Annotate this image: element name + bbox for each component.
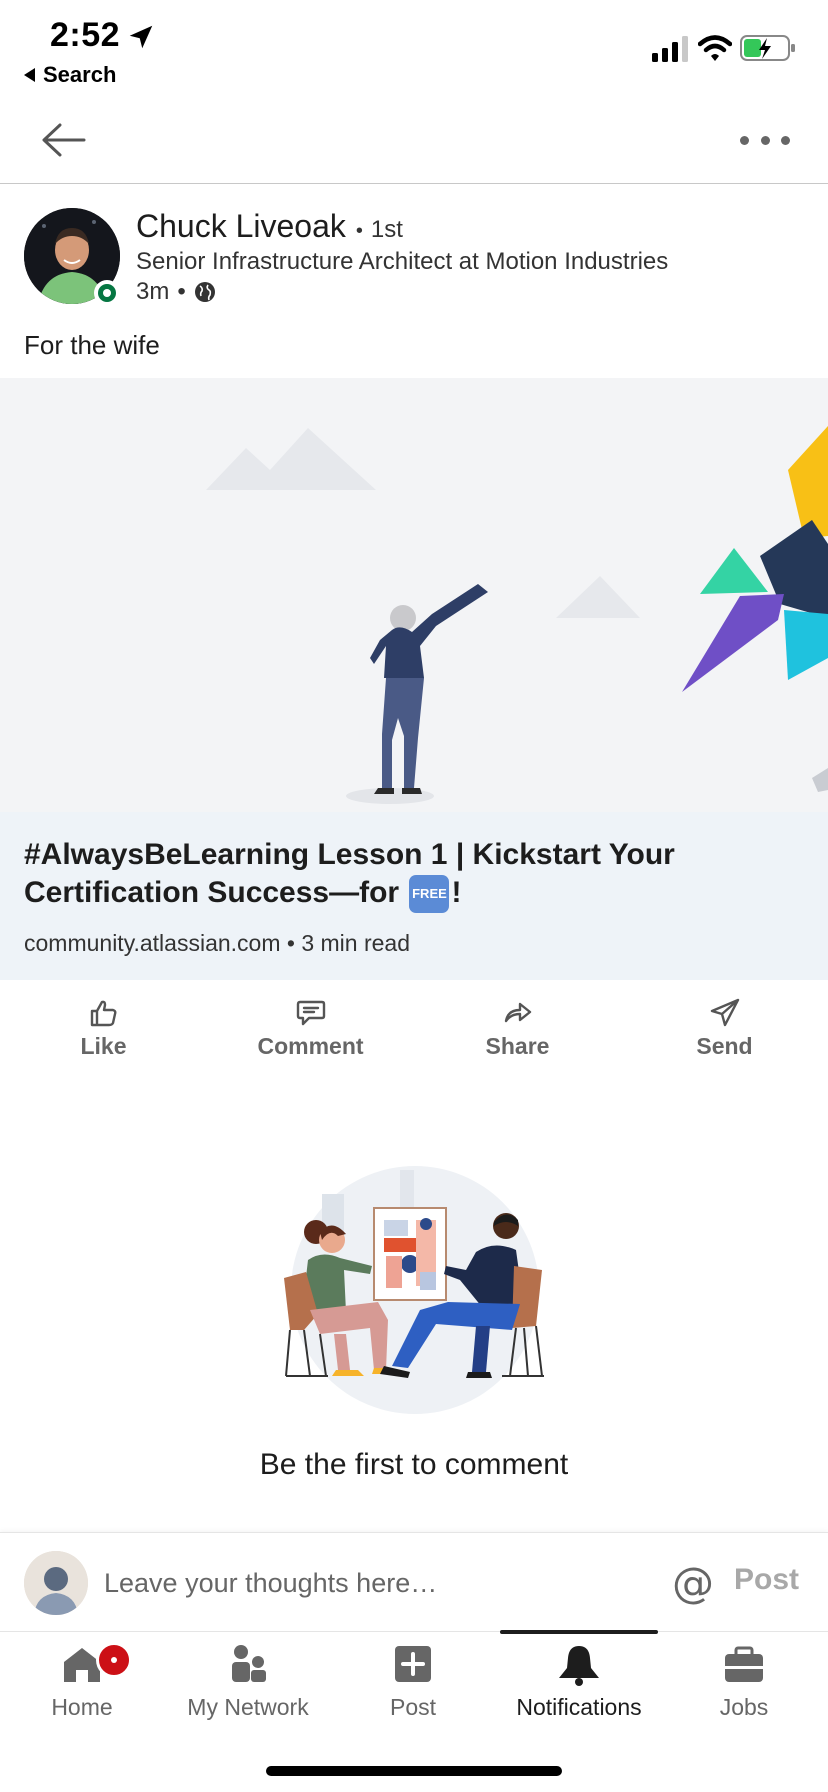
conversation-illustration [284,1166,544,1414]
home-indicator[interactable] [266,1766,562,1776]
author-line: Chuck Liveoak 1st [136,208,403,245]
back-arrow-icon[interactable] [40,120,86,160]
bell-icon [559,1646,599,1686]
separator-dot: • [286,930,302,956]
connection-degree: 1st [356,216,403,244]
article-title-suffix: ! [451,876,462,909]
tab-notifications-label: Notifications [516,1694,642,1720]
comments-empty-state: Be the first to comment [0,1076,828,1532]
article-link-card[interactable]: #AlwaysBeLearning Lesson 1 | Kickstart Y… [0,812,828,980]
article-image[interactable] [0,378,828,812]
back-triangle-icon [24,68,35,82]
online-status-indicator [94,280,120,306]
comment-label: Comment [257,1032,364,1059]
tab-post[interactable]: Post [368,1632,458,1742]
tab-my-network-label: My Network [187,1694,309,1720]
back-app-label: Search [43,62,117,87]
article-title[interactable]: #AlwaysBeLearning Lesson 1 | Kickstart Y… [24,836,804,914]
more-options-icon[interactable] [740,122,790,158]
post-time: 3m [136,278,170,305]
globe-icon [194,282,215,302]
share-arrow-icon [504,1002,531,1022]
post-header: Chuck Liveoak 1st Senior Infrastructure … [0,184,828,320]
back-to-app-button[interactable]: Search [24,62,116,88]
post-timestamp: 3m • [136,278,216,306]
article-title-text: #AlwaysBeLearning Lesson 1 | Kickstart Y… [24,838,675,909]
article-source: community.atlassian.com [24,930,281,956]
tab-jobs-label: Jobs [719,1694,769,1720]
status-time: 2:52 [50,16,121,54]
comment-composer: @ Post [0,1532,828,1632]
send-button[interactable]: Send [621,980,828,1076]
free-emoji-badge: FREE [409,875,450,914]
tab-notifications[interactable]: Notifications [500,1630,658,1742]
post-text: For the wife [24,330,160,360]
tab-home-label: Home [51,1694,113,1720]
mention-at-icon[interactable]: @ [672,1557,714,1609]
plus-square-icon [395,1646,431,1682]
author-name[interactable]: Chuck Liveoak [136,208,346,245]
status-bar: 2:52 Search [0,0,828,96]
like-button[interactable]: Like [0,980,207,1076]
wifi-icon [698,35,732,61]
article-read-time: 3 min read [301,930,411,956]
nav-header [0,100,828,184]
tab-post-label: Post [389,1694,437,1720]
thumbs-up-icon [90,1000,116,1026]
briefcase-icon [725,1646,763,1682]
author-headline: Senior Infrastructure Architect at Motio… [136,248,669,275]
user-avatar [24,1551,88,1615]
home-notification-badge [96,1642,132,1678]
post-actions: Like Comment Share Send [0,980,828,1076]
tab-my-network[interactable]: My Network [178,1632,318,1742]
separator-dot: • [177,278,186,305]
network-icon [232,1645,266,1682]
comment-input[interactable] [104,1559,644,1607]
share-button[interactable]: Share [414,980,621,1076]
battery-charging-icon [740,35,795,61]
location-arrow-icon [129,25,153,49]
tab-jobs[interactable]: Jobs [700,1632,788,1742]
article-meta: community.atlassian.com • 3 min read [24,930,410,957]
post-comment-button[interactable]: Post [734,1563,799,1597]
send-label: Send [696,1032,753,1059]
like-label: Like [80,1032,127,1059]
send-icon [710,998,739,1026]
empty-comments-text: Be the first to comment [259,1448,569,1481]
comment-icon [296,1000,325,1025]
cellular-signal-icon [652,36,688,62]
comment-button[interactable]: Comment [207,980,414,1076]
share-label: Share [485,1032,550,1059]
